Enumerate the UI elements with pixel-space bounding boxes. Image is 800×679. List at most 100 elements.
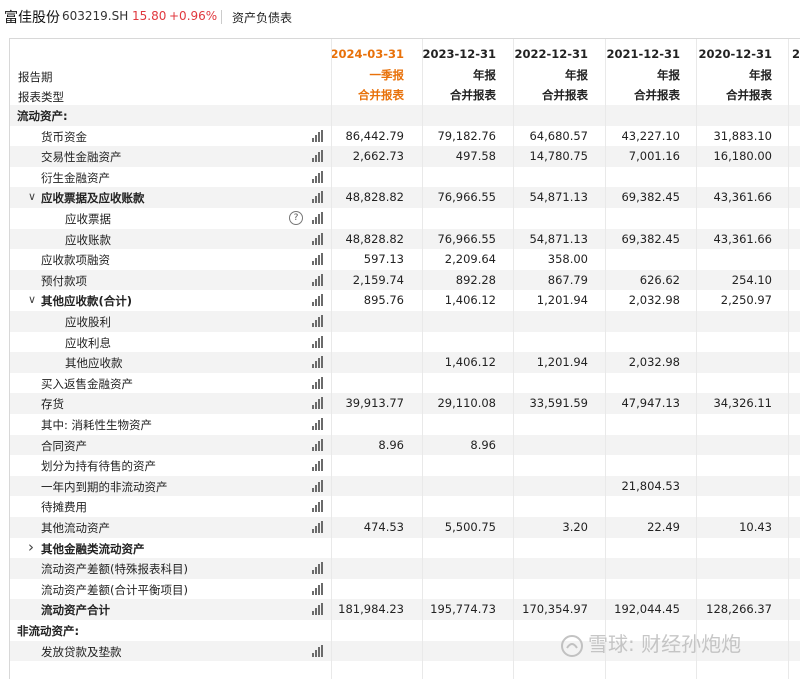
- table-row[interactable]: 划分为持有待售的资产: [10, 455, 800, 476]
- bar-chart-icon[interactable]: [312, 150, 324, 163]
- row-label: 流动资产合计: [41, 603, 110, 618]
- bar-chart-icon[interactable]: [312, 479, 324, 492]
- bar-chart-icon[interactable]: [312, 438, 324, 451]
- bar-chart-icon[interactable]: [312, 253, 324, 266]
- table-row[interactable]: 预付款项 2,159.74 892.28 867.79 626.62 254.10: [10, 269, 800, 291]
- table-row[interactable]: 应收账款 48,828.82 76,966.55 54,871.13 69,382.45…: [10, 228, 800, 250]
- table-row[interactable]: 合同资产 8.96 8.96: [10, 434, 800, 456]
- table-row[interactable]: 流动资产差额(合计平衡项目): [10, 579, 800, 600]
- column-date-partial[interactable]: 2: [792, 47, 800, 61]
- bar-chart-icon[interactable]: [312, 376, 324, 389]
- cell-value: 497.58: [455, 149, 496, 164]
- cell-value: 43,361.66: [713, 190, 772, 205]
- report-title[interactable]: 资产负债表: [232, 9, 292, 26]
- column-type: 合并报表: [358, 88, 404, 102]
- table-row[interactable]: 一年内到期的非流动资产 21,804.53: [10, 475, 800, 497]
- type-label: 报表类型: [18, 90, 64, 104]
- table-row[interactable]: 应收利息: [10, 332, 800, 353]
- table-row[interactable]: › 其他金融类流动资产: [10, 538, 800, 559]
- cell-value: 86,442.79: [345, 128, 404, 143]
- table-row[interactable]: ∨ 其他应收款(合计) 895.76 1,406.12 1,201.94 2,032.98…: [10, 290, 800, 311]
- cell-value: 2,250.97: [720, 293, 772, 308]
- watermark: 雪球: 财经孙炮炮: [560, 628, 741, 658]
- table-row[interactable]: ∨ 应收票据及应收账款 48,828.82 76,966.55 54,871.13 69,…: [10, 187, 800, 208]
- bar-chart-icon[interactable]: [312, 397, 324, 410]
- bar-chart-icon[interactable]: [312, 582, 324, 595]
- row-label: 流动资产:: [17, 109, 68, 123]
- table-header: 报告期 报表类型 2024-03-31 一季报 合并报表 2023-12-31 年报 合并…: [10, 39, 800, 105]
- row-label: 划分为持有待售的资产: [41, 459, 156, 474]
- chevron-down-icon[interactable]: ∨: [28, 190, 36, 203]
- bar-chart-icon[interactable]: [312, 562, 324, 575]
- help-icon[interactable]: ?: [289, 211, 303, 225]
- bar-chart-icon[interactable]: [312, 232, 324, 245]
- column-date[interactable]: 2023-12-31: [422, 47, 496, 61]
- bar-chart-icon[interactable]: [312, 273, 324, 286]
- column-date[interactable]: 2024-03-31: [330, 47, 404, 61]
- cell-value: 181,984.23: [338, 602, 404, 617]
- column-period: 年报: [565, 68, 588, 82]
- cell-value: 867.79: [547, 272, 588, 287]
- table-row[interactable]: 其中: 消耗性生物资产: [10, 414, 800, 435]
- row-label: 待摊费用: [41, 500, 87, 515]
- table-row[interactable]: 应收票据?: [10, 208, 800, 229]
- table-row[interactable]: 流动资产:: [10, 105, 800, 126]
- bar-chart-icon[interactable]: [312, 644, 324, 657]
- cell-value: 43,361.66: [713, 231, 772, 246]
- row-label: 存货: [41, 397, 64, 412]
- cell-value: 54,871.13: [529, 190, 588, 205]
- bar-chart-icon[interactable]: [312, 191, 324, 204]
- row-label: 流动资产差额(合计平衡项目): [41, 582, 188, 597]
- cell-value: 69,382.45: [621, 190, 680, 205]
- row-label: 其他流动资产: [41, 521, 110, 535]
- watermark-text: 雪球: 财经孙炮炮: [588, 632, 742, 656]
- row-label: 发放贷款及垫款: [41, 644, 122, 659]
- table-row[interactable]: 存货 39,913.77 29,110.08 33,591.59 47,947.13 34…: [10, 393, 800, 414]
- bar-chart-icon[interactable]: [312, 315, 324, 327]
- bar-chart-icon[interactable]: [312, 335, 324, 348]
- cell-value: 2,032.98: [628, 293, 680, 308]
- row-label: 流动资产差额(特殊报表科目): [41, 562, 188, 577]
- table-row[interactable]: 应收股利: [10, 311, 800, 332]
- cell-value: 626.62: [639, 272, 680, 287]
- table-row[interactable]: 待摊费用: [10, 496, 800, 517]
- table-row[interactable]: 流动资产合计 181,984.23 195,774.73 170,354.97 192,…: [10, 599, 800, 620]
- column-type: 合并报表: [542, 88, 588, 102]
- cell-value: 48,828.82: [345, 190, 404, 205]
- cell-value: 170,354.97: [522, 602, 588, 617]
- cell-value: 2,662.73: [352, 149, 404, 164]
- table-row[interactable]: 其他流动资产 474.53 5,500.75 3.20 22.49 10.43: [10, 517, 800, 538]
- row-label: 一年内到期的非流动资产: [41, 479, 168, 494]
- column-date[interactable]: 2022-12-31: [514, 47, 588, 61]
- bar-chart-icon[interactable]: [312, 459, 324, 472]
- bar-chart-icon[interactable]: [312, 129, 324, 142]
- table-row[interactable]: 流动资产差额(特殊报表科目): [10, 558, 800, 579]
- column-date[interactable]: 2020-12-31: [698, 47, 772, 61]
- column-period: 年报: [749, 68, 772, 82]
- column-date[interactable]: 2021-12-31: [606, 47, 680, 61]
- table-row[interactable]: 货币资金 86,442.79 79,182.76 64,680.57 43,227.10…: [10, 126, 800, 147]
- bar-chart-icon[interactable]: [312, 521, 324, 533]
- row-label: 衍生金融资产: [41, 170, 110, 185]
- table-row[interactable]: 应收款项融资 597.13 2,209.64 358.00: [10, 249, 800, 270]
- table-row[interactable]: 衍生金融资产: [10, 167, 800, 188]
- bar-chart-icon[interactable]: [312, 212, 324, 224]
- table-row[interactable]: 买入返售金融资产: [10, 373, 800, 394]
- table-row[interactable]: 其他应收款 1,406.12 1,201.94 2,032.98: [10, 352, 800, 373]
- row-label: 合同资产: [41, 438, 87, 453]
- row-label: 预付款项: [41, 273, 87, 288]
- bar-chart-icon[interactable]: [312, 603, 324, 616]
- cell-value: 192,044.45: [614, 602, 680, 617]
- cell-value: 33,591.59: [529, 396, 588, 411]
- bar-chart-icon[interactable]: [312, 500, 324, 513]
- bar-chart-icon[interactable]: [312, 418, 324, 430]
- bar-chart-icon[interactable]: [312, 170, 324, 183]
- bar-chart-icon[interactable]: [312, 294, 324, 307]
- chevron-right-icon[interactable]: ›: [28, 538, 34, 556]
- bar-chart-icon[interactable]: [312, 356, 324, 369]
- table-row[interactable]: 交易性金融资产 2,662.73 497.58 14,780.75 7,001.16 16…: [10, 146, 800, 167]
- cell-value: 7,001.16: [628, 149, 680, 164]
- chevron-down-icon[interactable]: ∨: [28, 293, 36, 306]
- cell-value: 39,913.77: [345, 396, 404, 411]
- stock-header: 富佳股份 603219.SH 15.80 +0.96% 资产负债表: [0, 0, 800, 33]
